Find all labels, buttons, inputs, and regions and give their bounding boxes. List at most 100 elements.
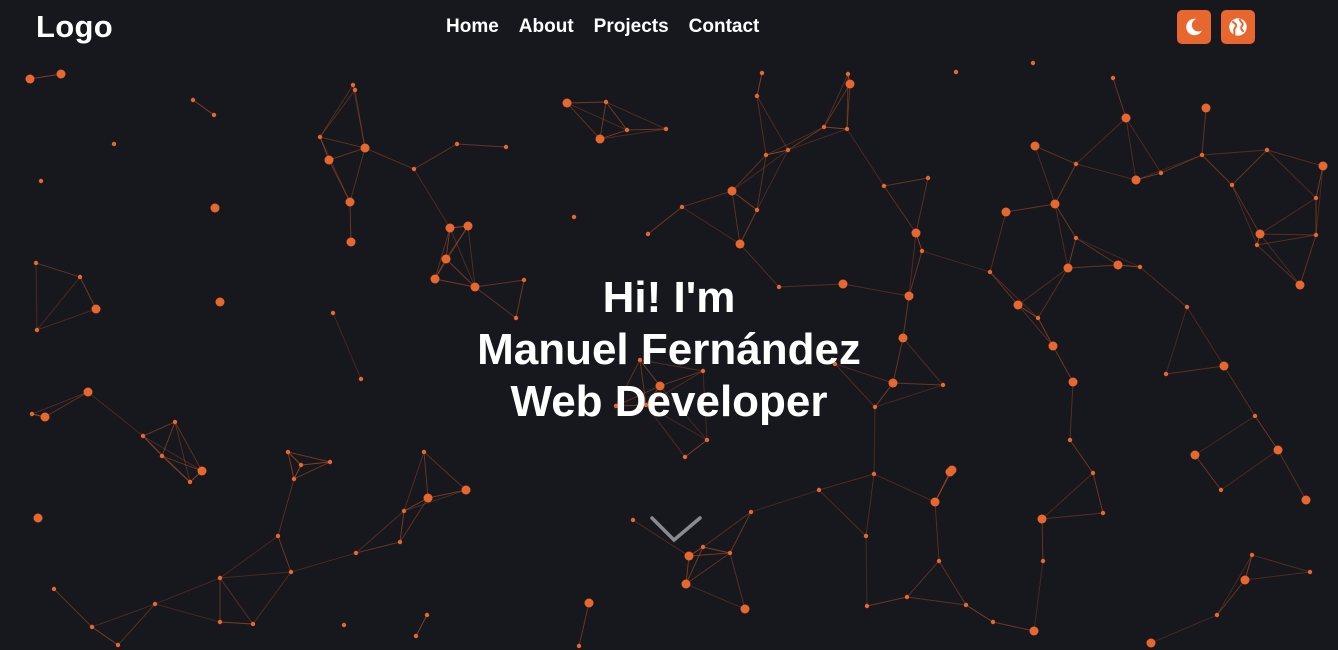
network-node <box>1113 260 1123 270</box>
network-node <box>1121 113 1131 123</box>
network-link <box>1244 571 1311 581</box>
chevron-down-icon[interactable] <box>646 512 708 552</box>
network-node <box>211 112 217 118</box>
network-link <box>1315 165 1324 236</box>
network-node <box>963 602 969 608</box>
network-link <box>413 168 451 229</box>
network-node <box>1137 264 1143 270</box>
network-node <box>190 97 196 103</box>
network-node <box>1073 161 1079 167</box>
nav-link-home[interactable]: Home <box>446 16 499 38</box>
network-link <box>1092 472 1104 514</box>
network-node <box>1030 60 1036 66</box>
network-node <box>441 254 451 264</box>
network-link <box>413 143 458 170</box>
network-link <box>219 577 254 625</box>
network-node <box>864 603 870 609</box>
network-node <box>785 147 791 153</box>
network-node <box>595 134 605 144</box>
network-link <box>1075 237 1119 266</box>
network-link <box>1041 472 1094 520</box>
network-node <box>445 223 455 233</box>
network-node <box>1037 514 1047 524</box>
network-link <box>906 560 940 598</box>
network-node <box>603 99 609 105</box>
network-link <box>161 455 203 472</box>
network-link <box>1067 237 1077 269</box>
network-node <box>1110 75 1116 81</box>
network-link <box>865 535 868 607</box>
nav-link-about[interactable]: About <box>519 16 574 38</box>
network-link <box>1194 454 1222 491</box>
network-link <box>349 147 366 203</box>
network-node <box>1255 229 1265 239</box>
network-node <box>350 82 356 88</box>
network-node <box>936 558 942 564</box>
network-link <box>1201 107 1207 156</box>
network-link <box>1041 518 1044 562</box>
network-link <box>456 143 507 148</box>
network-link <box>846 128 885 187</box>
network-node <box>324 155 334 165</box>
network-node <box>1264 147 1270 153</box>
network-node <box>1201 103 1211 113</box>
network-node <box>684 551 694 561</box>
network-link <box>1216 554 1253 616</box>
network-node <box>1229 182 1235 188</box>
network-node <box>341 622 347 628</box>
network-node <box>1199 152 1205 158</box>
network-node <box>38 178 44 184</box>
network-link <box>287 451 295 480</box>
nav-link-projects[interactable]: Projects <box>594 16 669 38</box>
network-link <box>731 149 789 192</box>
network-link <box>756 72 763 97</box>
network-node <box>821 124 827 130</box>
network-link <box>1034 145 1077 165</box>
network-link <box>1231 149 1268 186</box>
network-node <box>816 487 822 493</box>
network-node <box>681 579 691 589</box>
network-node <box>115 642 121 648</box>
network-link <box>823 73 849 128</box>
network-link <box>1259 233 1317 236</box>
network-node <box>1158 170 1164 176</box>
network-link <box>731 190 758 211</box>
network-node <box>919 248 925 254</box>
hero-heading: Hi! I'm Manuel Fernández Web Developer <box>0 272 1338 428</box>
network-node <box>353 550 359 556</box>
network-node <box>990 619 996 625</box>
network-link <box>681 190 733 208</box>
network-node <box>1029 626 1039 636</box>
network-link <box>423 451 467 491</box>
network-node <box>1318 161 1328 171</box>
network-node <box>663 126 669 132</box>
network-link <box>938 560 967 606</box>
network-node <box>291 476 297 482</box>
network-node <box>1090 470 1096 476</box>
network-link <box>287 451 331 463</box>
network-node <box>845 79 855 89</box>
network-link <box>352 84 366 149</box>
network-link <box>915 177 929 234</box>
network-link <box>364 147 415 170</box>
network-link <box>154 577 221 605</box>
network-node <box>1146 638 1156 648</box>
network-link <box>765 126 825 156</box>
network-link <box>1112 77 1127 119</box>
network-link <box>399 497 429 543</box>
logo[interactable]: Logo <box>36 9 113 45</box>
network-link <box>290 552 357 573</box>
network-link <box>1256 234 1317 246</box>
network-link <box>873 473 936 503</box>
network-node <box>421 449 427 455</box>
network-node <box>275 533 281 539</box>
network-node <box>871 471 877 477</box>
nav-link-contact[interactable]: Contact <box>689 16 760 38</box>
language-toggle-button[interactable] <box>1221 10 1255 44</box>
network-link <box>605 101 628 131</box>
network-node <box>345 197 355 207</box>
network-link <box>750 489 820 513</box>
network-link <box>684 439 708 458</box>
theme-toggle-button[interactable] <box>1177 10 1211 44</box>
network-node <box>397 539 403 545</box>
